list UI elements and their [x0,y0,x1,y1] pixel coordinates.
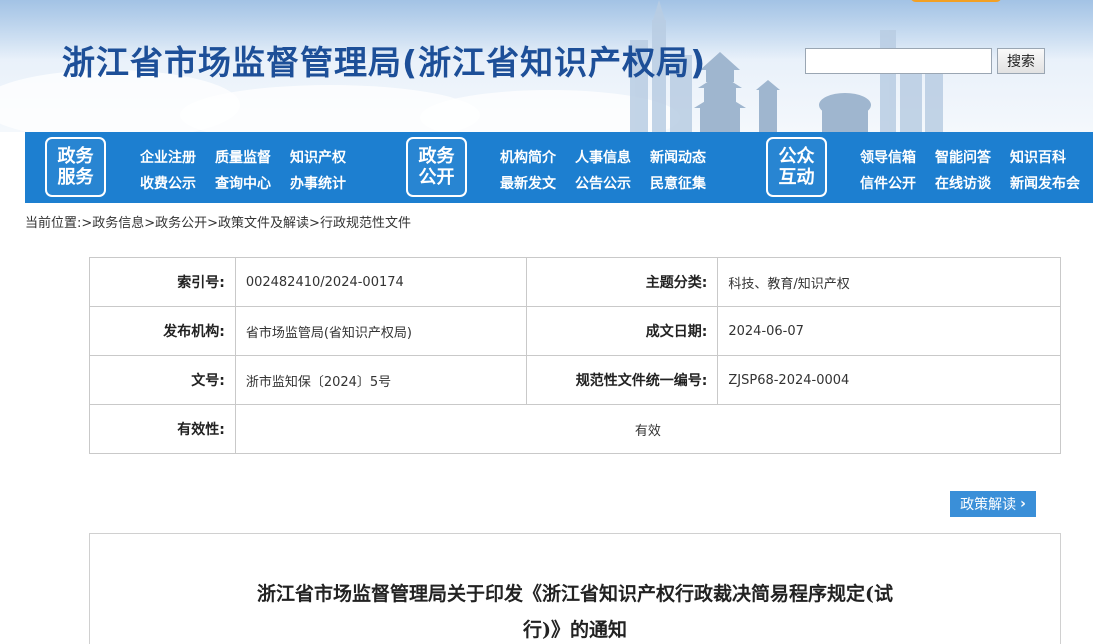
nav-box-label: 政务 [418,146,455,167]
article-title-line: 行)》的通知 [523,619,627,641]
table-row: 有效性: 有效 [89,404,1062,454]
index-label: 索引号: [89,257,236,307]
document-info-table: 索引号: 002482410/2024-00174 主题分类: 科技、教育/知识… [89,257,1062,454]
breadcrumb[interactable]: 当前位置:>政务信息>政务公开>政策文件及解读>行政规范性文件 [25,212,411,231]
policy-button-label: 政策解读 [960,497,1017,513]
validity-value: 有效 [234,404,1062,454]
docno-value: 浙市监知保〔2024〕5号 [234,355,527,405]
validity-label: 有效性: [89,404,236,454]
search-input[interactable] [805,48,992,74]
article-container: 浙江省市场监督管理局关于印发《浙江省知识产权行政裁决简易程序规定(试 行)》的通… [89,533,1061,644]
docno-label: 文号: [89,355,236,405]
nav-box-label: 公众 [778,146,815,167]
policy-interpretation-button[interactable]: 政策解读 › [950,491,1036,517]
nav-link[interactable]: 知识百科 [1010,147,1085,167]
article-title: 浙江省市场监督管理局关于印发《浙江省知识产权行政裁决简易程序规定(试 行)》的通… [190,576,960,644]
nav-link[interactable]: 智能问答 [935,147,1010,167]
date-label: 成文日期: [525,306,719,356]
nav-link[interactable]: 知识产权 [290,147,365,167]
nav-box-label: 服务 [57,167,94,188]
topic-label: 主题分类: [525,257,719,307]
nav-link[interactable]: 企业注册 [140,147,215,167]
unified-number-value: ZJSP68-2024-0004 [717,355,1061,405]
publisher-label: 发布机构: [89,306,236,356]
topic-value: 科技、教育/知识产权 [717,257,1061,307]
nav-link[interactable]: 办事统计 [290,173,365,193]
nav-link[interactable]: 信件公开 [860,173,935,193]
nav-link[interactable]: 新闻发布会 [1010,173,1085,193]
chevron-right-icon: › [1020,496,1026,512]
nav-link[interactable]: 公告公示 [575,173,650,193]
nav-link[interactable]: 在线访谈 [935,173,1010,193]
nav-box-gov-service[interactable]: 政务 服务 [45,137,106,197]
nav-link[interactable]: 领导信箱 [860,147,935,167]
table-row: 发布机构: 省市场监管局(省知识产权局) 成文日期: 2024-06-07 [89,306,1061,356]
nav-link[interactable]: 民意征集 [650,173,725,193]
nav-link[interactable]: 人事信息 [575,147,650,167]
nav-links-gov-service: 企业注册 质量监督 知识产权 收费公示 查询中心 办事统计 [140,144,380,196]
nav-box-public-interaction[interactable]: 公众 互动 [766,137,827,197]
nav-link[interactable]: 质量监督 [215,147,290,167]
nav-links-gov-open: 机构简介 人事信息 新闻动态 最新发文 公告公示 民意征集 [500,144,740,196]
search-button[interactable]: 搜索 [997,48,1045,74]
unified-number-label: 规范性文件统一编号: [525,355,719,405]
nav-box-gov-open[interactable]: 政务 公开 [406,137,467,197]
nav-box-label: 公开 [418,167,455,188]
publisher-value: 省市场监管局(省知识产权局) [234,306,527,356]
nav-link[interactable]: 机构简介 [500,147,575,167]
nav-link[interactable]: 查询中心 [215,173,290,193]
nav-box-label: 互动 [778,167,815,188]
date-value: 2024-06-07 [717,306,1061,356]
nav-link[interactable]: 新闻动态 [650,147,725,167]
main-nav: 政务 服务 企业注册 质量监督 知识产权 收费公示 查询中心 办事统计 政务 公… [25,132,1093,203]
table-row: 文号: 浙市监知保〔2024〕5号 规范性文件统一编号: ZJSP68-2024… [89,355,1061,405]
nav-box-label: 政务 [57,146,94,167]
nav-link[interactable]: 最新发文 [500,173,575,193]
site-title: 浙江省市场监督管理局(浙江省知识产权局) [62,43,707,82]
banner-orange-tab[interactable] [910,0,1002,2]
nav-links-public-interaction: 领导信箱 智能问答 知识百科 信件公开 在线访谈 新闻发布会 [860,144,1093,196]
nav-link[interactable]: 收费公示 [140,173,215,193]
article-title-line: 浙江省市场监督管理局关于印发《浙江省知识产权行政裁决简易程序规定(试 [257,583,893,605]
table-row: 索引号: 002482410/2024-00174 主题分类: 科技、教育/知识… [89,257,1061,307]
header-banner: 浙江省市场监督管理局(浙江省知识产权局) 搜索 [0,0,1093,132]
index-value: 002482410/2024-00174 [234,257,527,307]
